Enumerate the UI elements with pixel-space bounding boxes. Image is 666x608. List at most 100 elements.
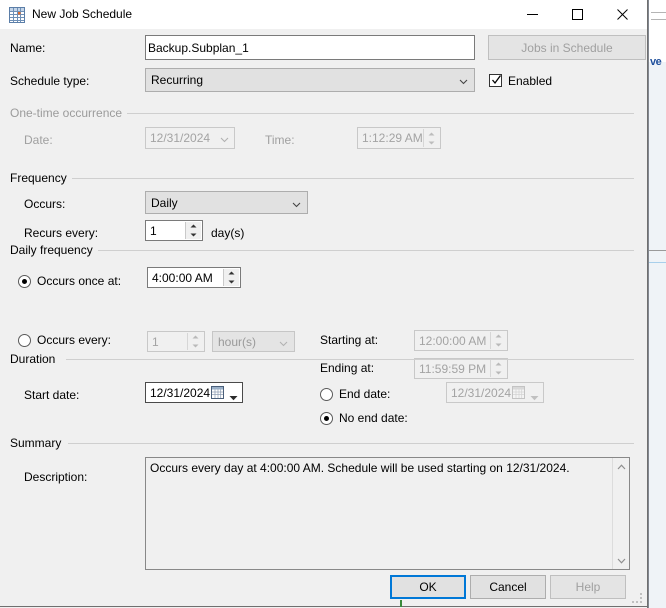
frequency-group-label: Frequency xyxy=(10,171,72,185)
one-time-time-spin-buttons[interactable] xyxy=(423,129,439,147)
taskbar-indicator-mark xyxy=(400,600,402,607)
starting-at-spinner[interactable]: 12:00:00 AM xyxy=(414,330,508,351)
background-window-rule-second xyxy=(651,19,666,20)
spinner-up-icon[interactable] xyxy=(491,360,506,369)
start-date-picker[interactable]: 12/31/2024 xyxy=(145,382,243,403)
background-window-sliver[interactable]: ve xyxy=(648,0,666,608)
spinner-down-icon[interactable] xyxy=(424,138,439,147)
background-window-titlebar xyxy=(649,0,666,62)
description-textarea[interactable]: Occurs every day at 4:00:00 AM. Schedule… xyxy=(145,457,630,570)
jobs-in-schedule-button[interactable]: Jobs in Schedule xyxy=(488,35,646,60)
minimize-icon xyxy=(527,9,538,20)
background-window-rule-accent xyxy=(649,262,666,263)
daily-frequency-group-rule xyxy=(92,250,634,251)
spinner-down-icon[interactable] xyxy=(491,341,506,350)
schedule-type-value: Recurring xyxy=(151,73,203,87)
description-scrollbar[interactable] xyxy=(612,458,629,569)
schedule-type-label: Schedule type: xyxy=(10,74,89,88)
chevron-down-icon xyxy=(279,337,288,346)
cancel-button[interactable]: Cancel xyxy=(470,575,546,599)
minimize-button[interactable] xyxy=(510,0,555,29)
schedule-type-combobox[interactable]: Recurring xyxy=(145,68,475,92)
summary-group-rule xyxy=(68,443,634,444)
end-date-picker[interactable]: 12/31/2024 xyxy=(446,382,544,403)
maximize-icon xyxy=(572,9,583,20)
spinner-up-icon[interactable] xyxy=(188,333,203,342)
occurs-once-spin-buttons[interactable] xyxy=(223,269,239,286)
occurs-every-unit-value: hour(s) xyxy=(218,335,256,349)
enabled-checkbox[interactable] xyxy=(489,74,502,87)
ok-button[interactable]: OK xyxy=(390,575,466,599)
spinner-up-icon[interactable] xyxy=(186,222,201,231)
end-date-label: End date: xyxy=(339,387,390,401)
spinner-down-icon[interactable] xyxy=(491,369,506,378)
spinner-up-icon[interactable] xyxy=(224,269,239,278)
spinner-down-icon[interactable] xyxy=(188,342,203,351)
summary-group-label: Summary xyxy=(10,436,66,450)
ending-at-spin-buttons[interactable] xyxy=(490,360,506,377)
chevron-down-icon[interactable] xyxy=(229,390,238,404)
chevron-down-icon xyxy=(220,133,229,142)
resize-grip[interactable] xyxy=(632,593,644,605)
dialog-titlebar[interactable]: New Job Schedule xyxy=(0,0,647,30)
ending-at-label: Ending at: xyxy=(320,361,374,375)
no-end-date-label: No end date: xyxy=(339,411,408,425)
occurs-every-label: Occurs every: xyxy=(37,333,111,347)
name-input[interactable]: Backup.Subplan_1 xyxy=(145,35,475,60)
occurs-every-count-value: 1 xyxy=(152,335,159,349)
spinner-down-icon[interactable] xyxy=(224,278,239,287)
calendar-icon xyxy=(512,386,525,402)
scroll-up-icon[interactable] xyxy=(613,458,630,475)
occurs-every-spin-buttons[interactable] xyxy=(187,333,203,350)
occurs-once-time-value: 4:00:00 AM xyxy=(152,271,213,285)
occurs-once-radio[interactable] xyxy=(18,275,31,288)
spinner-up-icon[interactable] xyxy=(424,129,439,138)
scroll-down-icon[interactable] xyxy=(613,552,630,569)
checkmark-icon xyxy=(491,74,502,86)
ending-at-spinner[interactable]: 11:59:59 PM xyxy=(414,358,508,379)
spinner-up-icon[interactable] xyxy=(491,332,506,341)
recurs-every-value: 1 xyxy=(150,224,157,238)
occurs-every-radio[interactable] xyxy=(18,334,31,347)
occurs-once-label: Occurs once at: xyxy=(37,274,121,288)
daily-frequency-group-label: Daily frequency xyxy=(10,243,98,257)
occurs-once-time-spinner[interactable]: 4:00:00 AM xyxy=(147,267,241,288)
starting-at-spin-buttons[interactable] xyxy=(490,332,506,349)
schedule-grid-icon xyxy=(9,7,25,23)
enabled-label: Enabled xyxy=(508,74,552,88)
close-icon xyxy=(617,9,628,20)
duration-group-label: Duration xyxy=(10,352,60,366)
background-window-tab-label[interactable]: ve xyxy=(650,56,661,68)
one-time-occurrence-group-label: One-time occurrence xyxy=(10,106,127,120)
frequency-group-rule xyxy=(70,178,634,179)
one-time-time-value: 1:12:29 AM xyxy=(362,131,423,145)
starting-at-value: 12:00:00 AM xyxy=(419,334,486,348)
one-time-time-label: Time: xyxy=(265,133,295,147)
spinner-down-icon[interactable] xyxy=(186,231,201,240)
end-date-radio[interactable] xyxy=(320,388,333,401)
recurs-every-spin-buttons[interactable] xyxy=(185,222,201,239)
occurs-every-unit-combobox[interactable]: hour(s) xyxy=(212,331,295,352)
starting-at-label: Starting at: xyxy=(320,333,378,347)
help-button[interactable]: Help xyxy=(550,575,626,599)
start-date-value: 12/31/2024 xyxy=(150,386,210,400)
occurs-combobox[interactable]: Daily xyxy=(145,191,308,214)
calendar-icon xyxy=(211,386,224,402)
close-button[interactable] xyxy=(600,0,645,29)
recurs-every-label: Recurs every: xyxy=(24,226,98,240)
occurs-label: Occurs: xyxy=(24,197,65,211)
one-time-date-combobox[interactable]: 12/31/2024 xyxy=(145,127,235,149)
occurs-every-count-spinner[interactable]: 1 xyxy=(147,331,205,352)
new-job-schedule-dialog: New Job Schedule Name: Backup.Subplan_1 … xyxy=(0,0,648,608)
dialog-title: New Job Schedule xyxy=(32,7,132,21)
one-time-time-spinner[interactable]: 1:12:29 AM xyxy=(357,127,441,149)
name-label: Name: xyxy=(10,41,45,55)
no-end-date-radio[interactable] xyxy=(320,412,333,425)
one-time-date-label: Date: xyxy=(24,133,53,147)
dialog-client-area: Name: Backup.Subplan_1 Jobs in Schedule … xyxy=(0,30,647,608)
maximize-button[interactable] xyxy=(555,0,600,29)
background-window-rule-middle xyxy=(649,250,666,251)
recurs-every-spinner[interactable]: 1 xyxy=(145,220,203,241)
duration-group-rule xyxy=(66,359,634,360)
chevron-down-icon[interactable] xyxy=(530,390,539,404)
